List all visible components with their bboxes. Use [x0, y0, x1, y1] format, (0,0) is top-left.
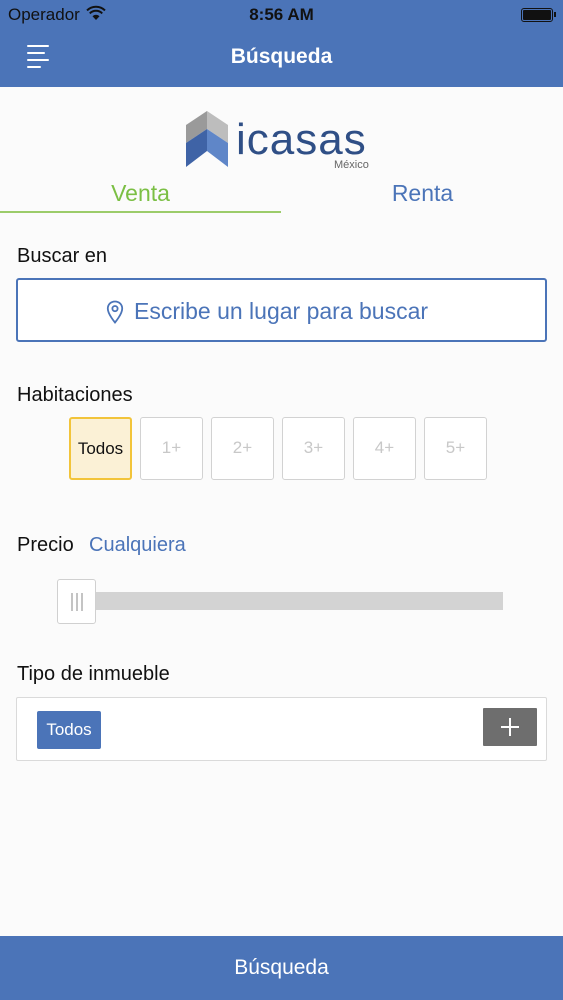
room-option-2plus[interactable]: 2+: [211, 417, 274, 480]
room-option-1plus[interactable]: 1+: [140, 417, 203, 480]
tab-renta[interactable]: Renta: [282, 176, 563, 213]
room-option-todos[interactable]: Todos: [69, 417, 132, 480]
room-option-5plus[interactable]: 5+: [424, 417, 487, 480]
logo-mark-icon: [186, 111, 228, 167]
price-value: Cualquiera: [89, 534, 186, 556]
logo-brand-text: icasas: [236, 115, 367, 164]
price-label: Precio: [17, 534, 74, 556]
room-option-3plus[interactable]: 3+: [282, 417, 345, 480]
search-form: icasas México Venta Renta Buscar en Escr…: [0, 87, 563, 936]
rooms-label: Habitaciones: [17, 384, 133, 406]
location-pin-icon: [106, 300, 124, 324]
search-label: Buscar en: [17, 245, 108, 267]
property-type-label: Tipo de inmueble: [17, 663, 170, 685]
search-placeholder: Escribe un lugar para buscar: [134, 298, 429, 324]
logo-country-text: México: [334, 159, 369, 171]
price-slider-track[interactable]: [94, 592, 503, 610]
search-button[interactable]: Búsqueda: [0, 936, 563, 1000]
price-slider-handle[interactable]: [57, 579, 96, 624]
nav-bar: Búsqueda: [0, 30, 563, 87]
page-title: Búsqueda: [230, 45, 333, 68]
property-type-field: Todos: [16, 697, 547, 761]
clock: 8:56 AM: [249, 5, 314, 24]
room-option-4plus[interactable]: 4+: [353, 417, 416, 480]
icasas-logo: icasas México: [186, 111, 386, 173]
status-bar: Operador 8:56 AM: [0, 0, 563, 30]
operation-tabs: Venta Renta: [0, 176, 563, 213]
tab-venta[interactable]: Venta: [0, 176, 281, 213]
add-property-type-button[interactable]: [483, 708, 537, 746]
property-type-chip[interactable]: Todos: [37, 711, 101, 749]
location-search-field[interactable]: Escribe un lugar para buscar: [16, 278, 547, 342]
battery-icon: [521, 8, 556, 22]
